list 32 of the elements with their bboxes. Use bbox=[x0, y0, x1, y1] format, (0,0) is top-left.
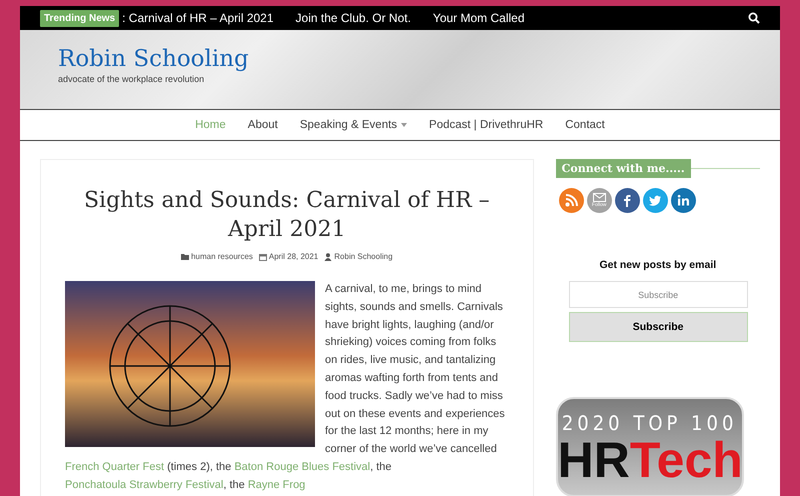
category-link[interactable]: human resources bbox=[191, 252, 253, 261]
nav-item[interactable]: Podcast | DrivethruHR bbox=[429, 119, 544, 131]
award-title: HRTech bbox=[558, 435, 742, 485]
widget-heading: Connect with me..... bbox=[556, 159, 691, 178]
rss-icon bbox=[564, 194, 578, 207]
nav-item[interactable]: Speaking & Events bbox=[300, 119, 408, 131]
author-link[interactable]: Robin Schooling bbox=[334, 252, 393, 261]
search-icon[interactable] bbox=[748, 12, 760, 24]
post-date: April 28, 2021 bbox=[268, 252, 318, 261]
subscribe-button[interactable]: Subscribe bbox=[568, 312, 748, 342]
twitter-button[interactable] bbox=[642, 188, 668, 213]
headline-link[interactable]: Your Mom Called bbox=[432, 11, 525, 25]
linkedin-icon bbox=[676, 194, 690, 207]
nav-item[interactable]: About bbox=[248, 119, 278, 131]
nav-item[interactable]: Contact bbox=[565, 119, 605, 131]
facebook-button[interactable] bbox=[614, 188, 640, 213]
rss-button[interactable] bbox=[558, 188, 584, 213]
post-title: Sights and Sounds: Carnival of HR – April 2021 bbox=[82, 187, 491, 244]
trending-news-label: Trending News bbox=[40, 10, 120, 26]
folder-icon bbox=[181, 252, 190, 260]
award-caption: 2020 TOP 100 bbox=[560, 411, 738, 435]
calendar-icon bbox=[258, 252, 267, 260]
person-icon bbox=[324, 252, 332, 260]
headline-link[interactable]: : Carnival of HR – April 2021 bbox=[122, 11, 274, 25]
linkedin-button[interactable] bbox=[670, 188, 696, 213]
site-title[interactable]: Robin Schooling bbox=[58, 46, 249, 72]
headline-link[interactable]: Join the Club. Or Not. bbox=[296, 11, 411, 25]
site-tagline: advocate of the workplace revolution bbox=[58, 74, 204, 84]
envelope-icon bbox=[592, 193, 606, 202]
subscribe-heading: Get new posts by email bbox=[598, 259, 718, 271]
email-input-field[interactable]: Subscribe bbox=[568, 281, 748, 308]
bird-icon bbox=[648, 194, 662, 207]
